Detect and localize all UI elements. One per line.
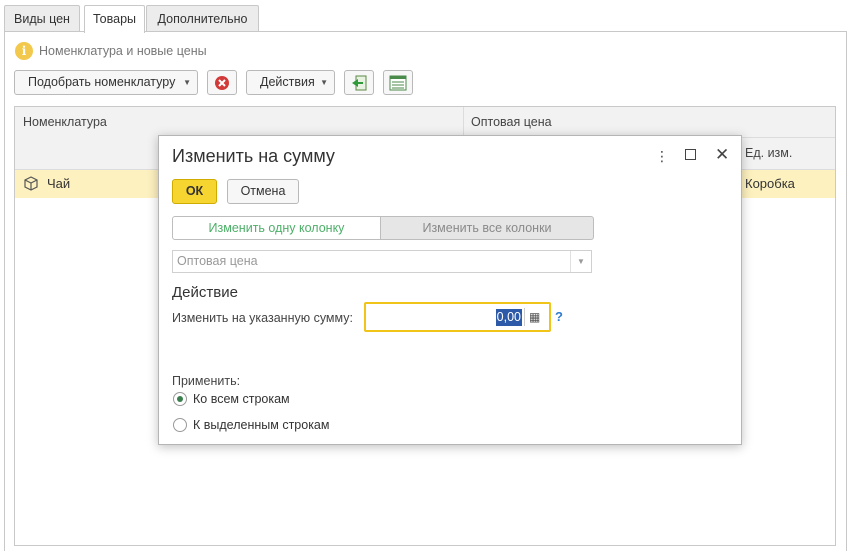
actions-button[interactable]: Действия ▼ <box>246 70 335 95</box>
tab-additional[interactable]: Дополнительно <box>146 5 259 32</box>
column-select[interactable]: Оптовая цена ▼ <box>172 250 592 273</box>
radio-selected-rows-label[interactable]: К выделенным строкам <box>193 418 329 432</box>
change-all-columns-toggle[interactable]: Изменить все колонки <box>381 216 594 240</box>
table-settings-button[interactable] <box>383 70 413 95</box>
column-unit[interactable]: Ед. изм. <box>745 146 792 160</box>
delete-icon <box>215 76 229 90</box>
more-menu-icon[interactable]: ⋮ <box>655 148 669 165</box>
amount-input[interactable]: 0,00 ▦ <box>364 302 551 332</box>
column-divider <box>463 107 464 137</box>
radio-all-rows-label[interactable]: Ко всем строкам <box>193 392 290 406</box>
calculator-icon[interactable]: ▦ <box>524 308 545 326</box>
tab-goods[interactable]: Товары <box>84 5 145 33</box>
delete-button[interactable] <box>207 70 237 95</box>
chevron-down-icon[interactable]: ▼ <box>570 251 591 272</box>
import-button[interactable] <box>344 70 374 95</box>
maximize-icon[interactable] <box>685 149 696 160</box>
amount-value: 0,00 <box>495 309 522 326</box>
info-icon: i <box>15 42 33 60</box>
action-section-title: Действие <box>172 284 238 301</box>
column-wholesale[interactable]: Оптовая цена <box>471 115 552 129</box>
actions-label: Действия <box>260 75 315 89</box>
tab-price-types[interactable]: Виды цен <box>4 5 80 32</box>
change-by-amount-dialog: Изменить на сумму ⋮ ✕ ОК Отмена Изменить… <box>158 135 742 445</box>
row-name: Чай <box>47 176 71 191</box>
chevron-down-icon: ▼ <box>320 78 328 87</box>
close-icon[interactable]: ✕ <box>715 145 729 165</box>
help-icon[interactable]: ? <box>555 309 563 324</box>
chevron-down-icon: ▼ <box>183 78 191 87</box>
column-select-value: Оптовая цена <box>177 254 258 268</box>
table-settings-icon <box>389 75 407 91</box>
product-icon <box>24 176 38 191</box>
change-one-column-toggle[interactable]: Изменить одну колонку <box>172 216 381 240</box>
apply-label: Применить: <box>172 374 241 388</box>
column-item[interactable]: Номенклатура <box>23 115 107 129</box>
pick-items-button[interactable]: Подобрать номенклатуру ▼ <box>14 70 198 95</box>
import-icon <box>352 75 367 91</box>
dialog-title: Изменить на сумму <box>172 146 335 166</box>
ok-button[interactable]: ОК <box>172 179 217 204</box>
amount-label: Изменить на указанную сумму: <box>172 311 353 325</box>
pick-items-label: Подобрать номенклатуру <box>28 75 176 89</box>
cancel-button[interactable]: Отмена <box>227 179 299 204</box>
radio-selected-dot <box>177 396 183 402</box>
row-unit: Коробка <box>745 176 795 191</box>
radio-selected-rows[interactable] <box>173 418 187 432</box>
radio-all-rows[interactable] <box>173 392 187 406</box>
info-text: Номенклатура и новые цены <box>39 44 207 58</box>
